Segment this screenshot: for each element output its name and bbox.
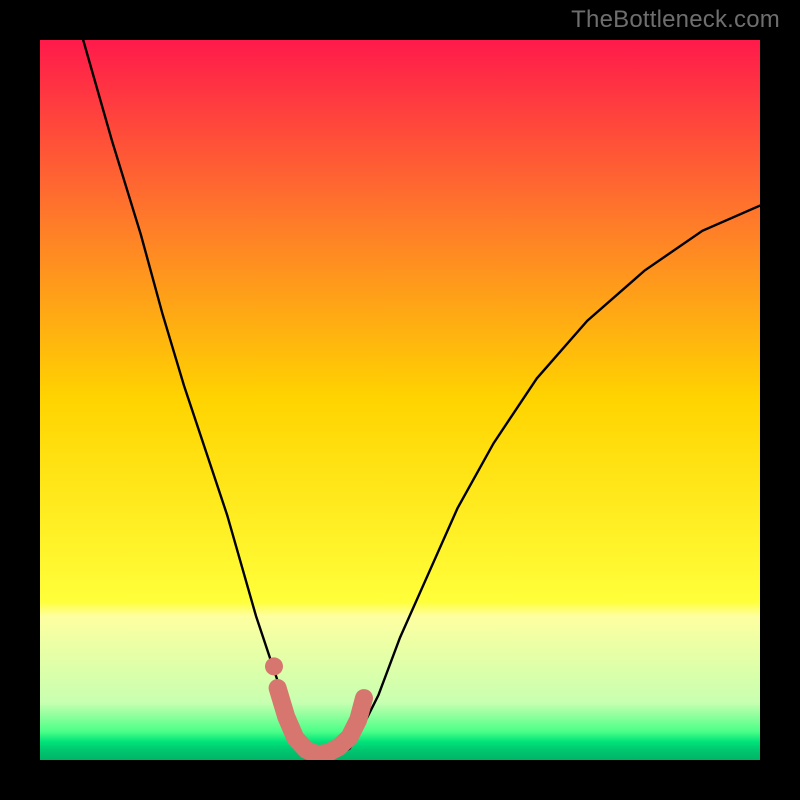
chart-svg (40, 40, 760, 760)
marker-dot-icon (265, 657, 283, 675)
watermark-text: TheBottleneck.com (571, 6, 780, 34)
plot-area (40, 40, 760, 760)
gradient-background (40, 40, 760, 760)
chart-frame: TheBottleneck.com (0, 0, 800, 800)
